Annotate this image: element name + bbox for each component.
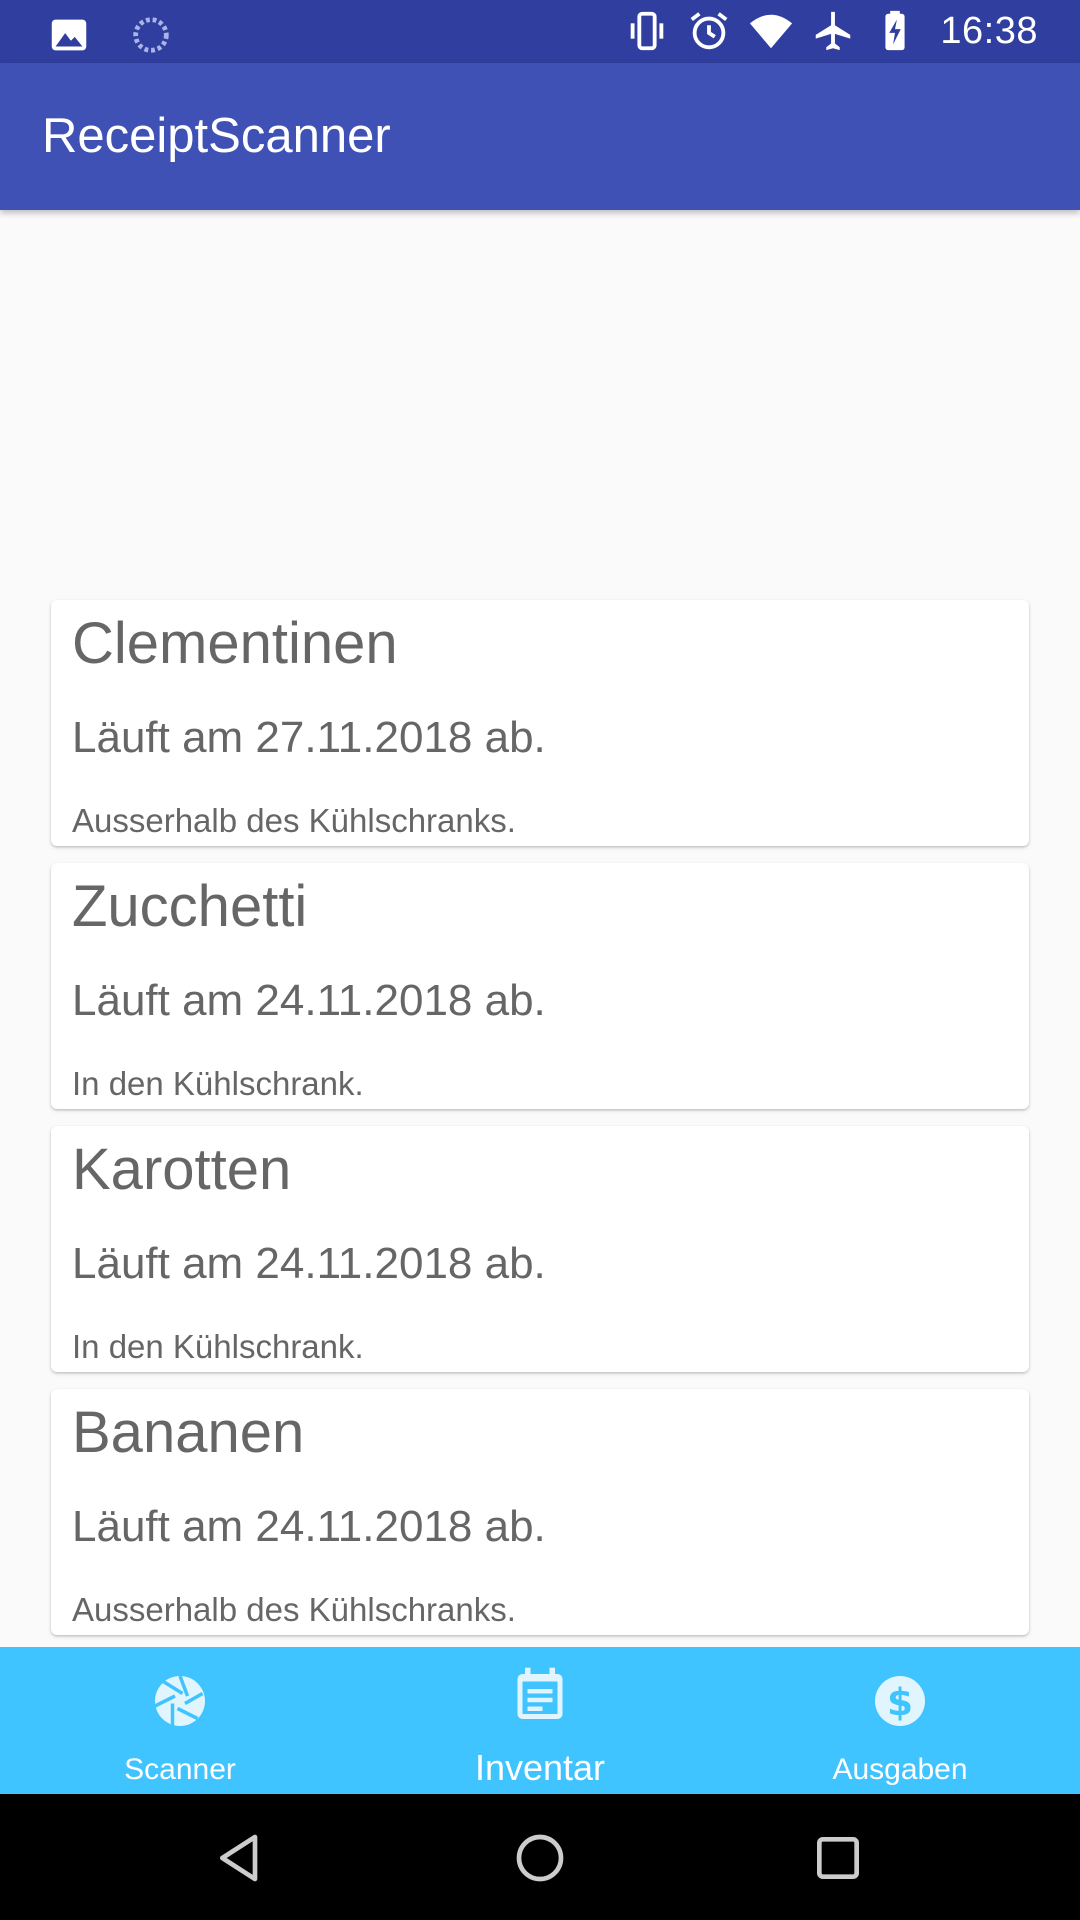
item-name: Clementinen	[72, 611, 398, 676]
home-icon[interactable]	[512, 1830, 568, 1886]
airplane-icon	[816, 11, 851, 51]
screen: 16:38 ReceiptScanner Clementinen Läuft a…	[0, 0, 1080, 1920]
item-storage: Ausserhalb des Kühlschranks.	[72, 802, 516, 839]
nav-scanner-label: Scanner	[124, 1753, 236, 1786]
item-expiry: Läuft am 24.11.2018 ab.	[72, 1502, 546, 1551]
wifi-icon	[750, 14, 793, 49]
bottom-navigation: Scanner Inventar $ Ausgaben	[0, 1647, 1080, 1794]
item-expiry: Läuft am 24.11.2018 ab.	[72, 976, 546, 1025]
item-name: Bananen	[72, 1400, 305, 1465]
app-title: ReceiptScanner	[42, 109, 391, 163]
dollar-icon: $	[875, 1676, 925, 1726]
status-time: 16:38	[940, 9, 1038, 52]
camera-aperture-icon	[154, 1675, 205, 1726]
item-storage: In den Kühlschrank.	[72, 1065, 364, 1102]
nav-inventar[interactable]: Inventar	[360, 1647, 720, 1794]
item-expiry: Läuft am 24.11.2018 ab.	[72, 1239, 546, 1288]
battery-charging-icon	[885, 10, 905, 51]
inventory-list: Clementinen Läuft am 27.11.2018 ab. Auss…	[51, 600, 1029, 1652]
inventory-card[interactable]: Clementinen Läuft am 27.11.2018 ab. Auss…	[51, 600, 1029, 846]
item-storage: Ausserhalb des Kühlschranks.	[72, 1591, 516, 1628]
inventory-card[interactable]: Zucchetti Läuft am 24.11.2018 ab. In den…	[51, 863, 1029, 1109]
recents-icon[interactable]	[810, 1830, 866, 1886]
alarm-icon	[691, 12, 728, 50]
item-name: Karotten	[72, 1137, 292, 1202]
nav-ausgaben[interactable]: $ Ausgaben	[720, 1647, 1080, 1794]
image-icon	[51, 19, 87, 51]
app-bar: ReceiptScanner	[0, 63, 1080, 210]
system-navigation-bar	[0, 1794, 1080, 1920]
svg-text:$: $	[887, 1680, 913, 1724]
back-icon[interactable]	[213, 1830, 269, 1886]
nav-inventar-label: Inventar	[474, 1747, 606, 1788]
vibrate-icon	[631, 11, 664, 51]
item-name: Zucchetti	[72, 874, 308, 939]
item-expiry: Läuft am 27.11.2018 ab.	[72, 713, 546, 762]
status-bar: 16:38	[0, 0, 1080, 63]
inventory-card[interactable]: Bananen Läuft am 24.11.2018 ab. Ausserha…	[51, 1389, 1029, 1635]
calendar-list-icon	[517, 1667, 563, 1719]
item-storage: In den Kühlschrank.	[72, 1328, 364, 1365]
nav-ausgaben-label: Ausgaben	[832, 1753, 968, 1786]
nav-scanner[interactable]: Scanner	[0, 1647, 360, 1794]
sync-icon	[133, 17, 169, 53]
inventory-card[interactable]: Karotten Läuft am 24.11.2018 ab. In den …	[51, 1126, 1029, 1372]
